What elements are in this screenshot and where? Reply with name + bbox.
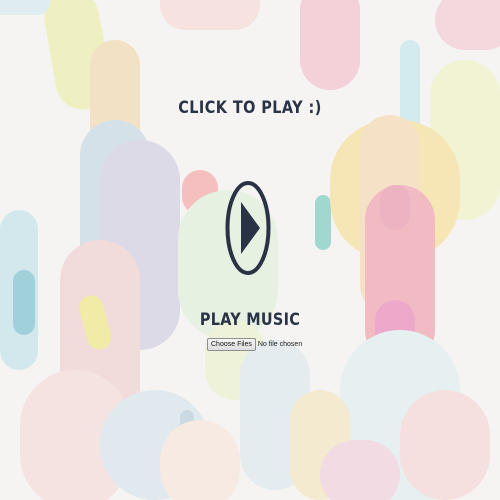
file-status-text: No file chosen xyxy=(257,340,303,348)
music-player-page: CLICK TO PLAY :) PLAY MUSIC Choose Files… xyxy=(0,0,500,500)
play-circle-icon[interactable] xyxy=(225,180,271,276)
play-music-label: PLAY MUSIC xyxy=(199,310,301,330)
file-input: Choose Files No file chosen xyxy=(207,337,302,351)
choose-files-button[interactable]: Choose Files xyxy=(207,337,256,351)
play-button[interactable] xyxy=(225,180,271,276)
page-title: CLICK TO PLAY :) xyxy=(178,98,322,118)
